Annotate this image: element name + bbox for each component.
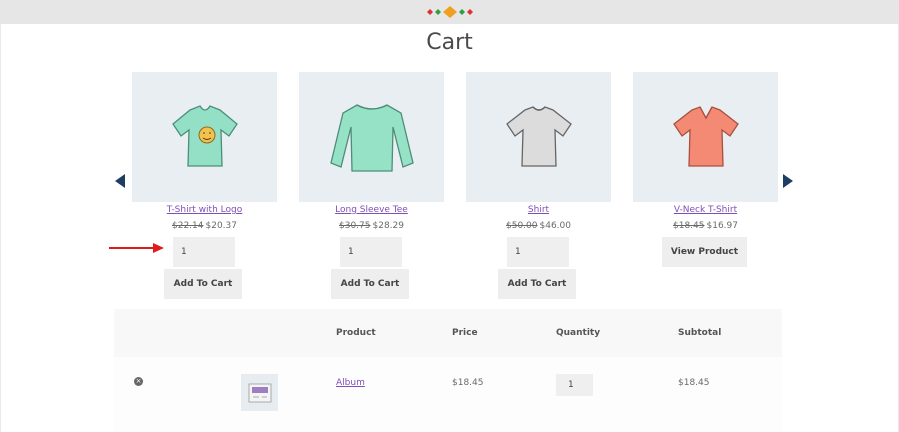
product-name-link[interactable]: T-Shirt with Logo <box>132 205 277 215</box>
old-price: $18.45 <box>673 221 705 231</box>
top-bar <box>0 0 899 24</box>
product-card: T-Shirt with Logo $22.14$20.37 Add To Ca… <box>132 72 277 299</box>
product-name-link[interactable]: Shirt <box>466 205 611 215</box>
cart-page: Cart T-Shirt with Logo $22.14$20.37 Add … <box>1 24 898 432</box>
sale-price: $46.00 <box>539 221 572 231</box>
product-image[interactable] <box>299 72 444 202</box>
header-quantity: Quantity <box>556 328 601 338</box>
cart-table-header: Product Price Quantity Subtotal <box>114 309 782 357</box>
t-shirt-icon <box>171 105 238 167</box>
cart-quantity-input[interactable] <box>556 374 593 396</box>
quantity-input[interactable] <box>507 237 569 267</box>
product-card: V-Neck T-Shirt $18.45 $16.97 View Product <box>633 72 778 267</box>
product-image[interactable] <box>132 72 277 202</box>
v-neck-shirt-icon <box>672 106 739 167</box>
quantity-input[interactable] <box>340 237 402 267</box>
carousel-next-icon[interactable] <box>783 174 793 188</box>
add-to-cart-button[interactable]: Add To Cart <box>331 269 409 299</box>
cart-product-link[interactable]: Album <box>336 378 365 388</box>
carousel-prev-icon[interactable] <box>115 174 125 188</box>
product-image[interactable] <box>466 72 611 202</box>
header-product: Product <box>336 328 376 338</box>
product-price: $22.14 $20.37 <box>132 221 277 231</box>
add-to-cart-button[interactable]: Add To Cart <box>498 269 576 299</box>
product-price: $30.75 $28.29 <box>299 221 444 231</box>
header-price: Price <box>452 328 478 338</box>
cart-item-subtotal: $18.45 <box>678 378 710 388</box>
cart-table: Product Price Quantity Subtotal × Album … <box>114 309 782 432</box>
table-row: × Album $18.45 $18.45 <box>114 357 782 432</box>
product-price: $18.45 $16.97 <box>633 221 778 231</box>
cart-item-price: $18.45 <box>452 378 484 388</box>
annotation-arrow-icon <box>109 243 164 253</box>
sale-price: $28.29 <box>372 221 405 231</box>
remove-item-icon[interactable]: × <box>134 377 143 386</box>
add-to-cart-button[interactable]: Add To Cart <box>164 269 242 299</box>
product-thumbnail[interactable] <box>241 374 278 411</box>
product-price: $50.00 $46.00 <box>466 221 611 231</box>
old-price: $50.00 <box>506 221 538 231</box>
product-image[interactable] <box>633 72 778 202</box>
old-price: $30.75 <box>339 221 371 231</box>
long-sleeve-shirt-icon <box>329 104 414 172</box>
page-title: Cart <box>426 30 473 55</box>
product-name-link[interactable]: V-Neck T-Shirt <box>633 205 778 215</box>
sale-price: $20.37 <box>205 221 238 231</box>
header-subtotal: Subtotal <box>678 328 722 338</box>
t-shirt-icon <box>505 106 572 167</box>
old-price: $22.14 <box>172 221 204 231</box>
album-cover-icon <box>248 383 271 402</box>
view-product-button[interactable]: View Product <box>662 237 747 267</box>
sale-price: $16.97 <box>706 221 739 231</box>
product-card: Long Sleeve Tee $30.75$28.29 Add To Cart <box>299 72 444 299</box>
product-name-link[interactable]: Long Sleeve Tee <box>299 205 444 215</box>
decorative-diamonds-icon <box>427 6 473 18</box>
product-card: Shirt $50.00$46.00 Add To Cart <box>466 72 611 299</box>
quantity-input[interactable] <box>173 237 235 267</box>
